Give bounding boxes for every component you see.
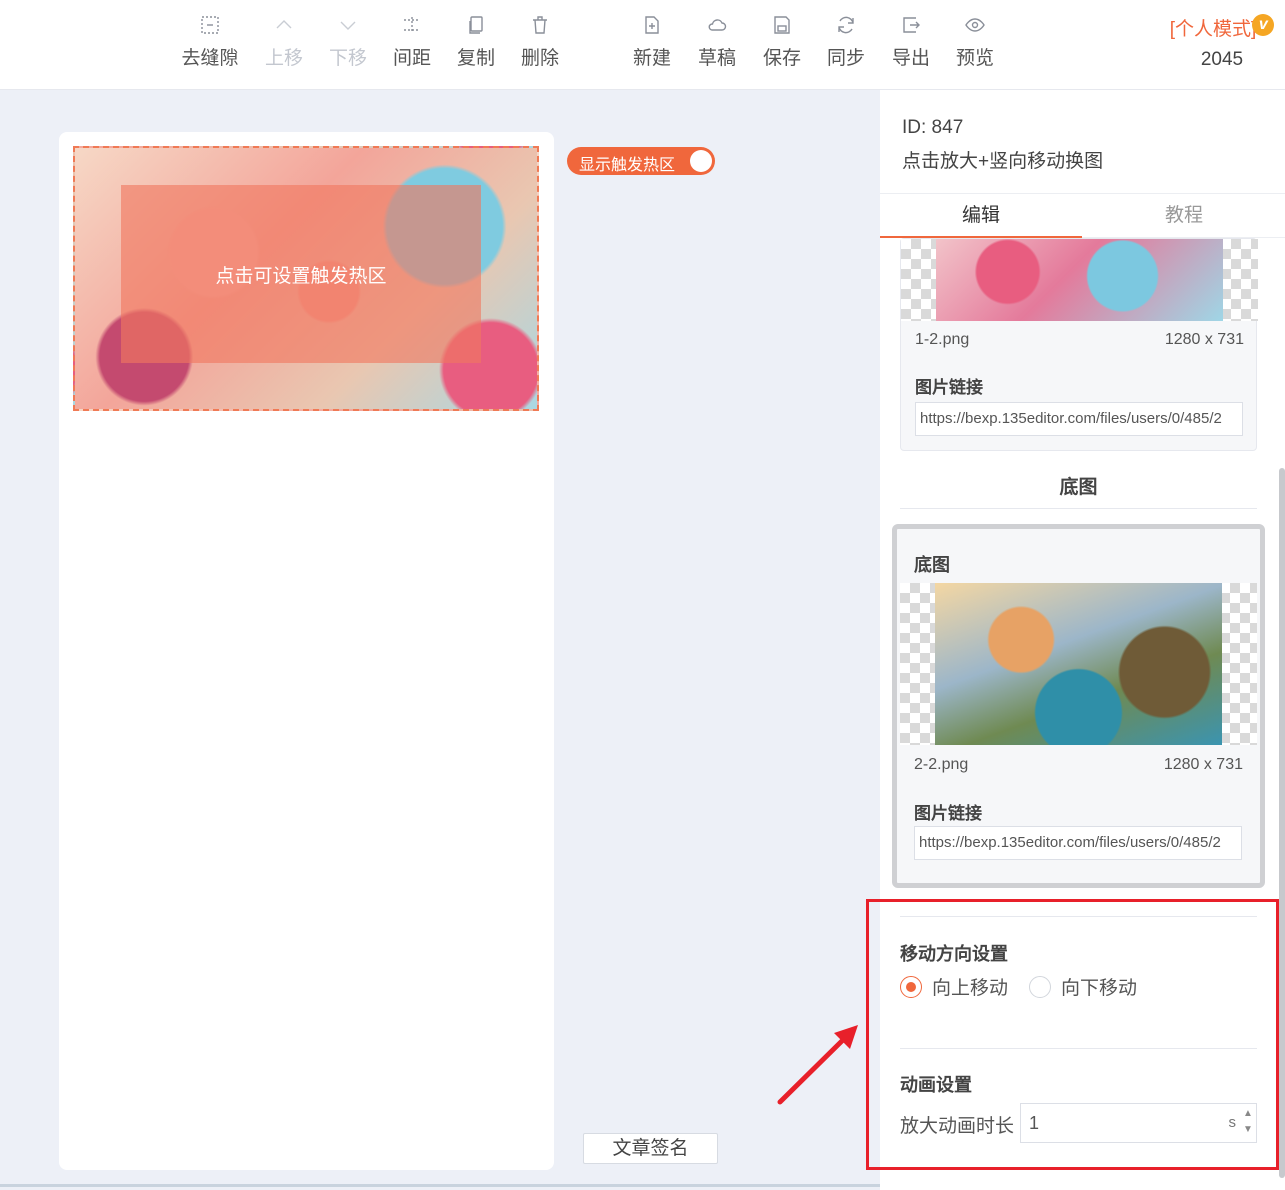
user-count: 2045 (1200, 49, 1244, 70)
export-label: 导出 (891, 48, 930, 69)
animation-title: 动画设置 (900, 1075, 972, 1095)
spacing-label: 间距 (392, 48, 431, 69)
duration-unit: s (1228, 1114, 1237, 1131)
chevron-down-icon (340, 21, 356, 30)
template-title: 点击放大+竖向移动换图 (902, 151, 1104, 172)
top-image-url-input[interactable]: https://bexp.135editor.com/files/users/0… (915, 402, 1243, 436)
radio-unchecked-icon (1029, 975, 1051, 998)
trash-icon (533, 16, 547, 34)
top-image-card: 1-2.png 1280 x 731 图片链接 https://bexp.135… (900, 238, 1258, 451)
radio-checked-icon (900, 975, 922, 998)
move-down-button[interactable]: 下移 (316, 14, 380, 70)
base-image-size: 1280 x 731 (1163, 756, 1243, 773)
sync-label: 同步 (826, 48, 865, 69)
blossom-thumbnail (936, 239, 1223, 321)
panel-header: ID: 847 点击放大+竖向移动换图 (880, 90, 1285, 194)
gap-icon (201, 16, 219, 34)
trigger-hotzone[interactable]: 点击可设置触发热区 (121, 185, 481, 363)
base-image-link-label: 图片链接 (914, 804, 982, 823)
chevron-up-icon (276, 20, 292, 29)
sync-icon (838, 16, 854, 34)
tab-tutorial[interactable]: 教程 (1083, 194, 1285, 238)
preview-label: 预览 (955, 48, 994, 69)
toggle-knob (690, 150, 712, 172)
remove-gap-button[interactable]: 去缝隙 (178, 14, 242, 70)
duration-label: 放大动画时长 (900, 1116, 1015, 1137)
top-image-link-label: 图片链接 (915, 378, 983, 397)
move-up-label: 上移 (264, 48, 303, 69)
template-id: ID: 847 (902, 117, 964, 138)
export-icon (903, 17, 920, 33)
new-button[interactable]: 新建 (620, 14, 684, 70)
spacing-icon (404, 17, 420, 33)
duration-value: 1 (1029, 1113, 1040, 1133)
copy-label: 复制 (456, 48, 495, 69)
radio-move-up-label: 向上移动 (932, 978, 1009, 999)
save-icon (774, 16, 790, 34)
base-image-filename: 2-2.png (914, 756, 969, 773)
tab-edit[interactable]: 编辑 (880, 194, 1082, 238)
top-toolbar: 去缝隙 上移 下移 间距 复制 删除 新建 草稿 保存 同步 导出 预览 [个人… (0, 0, 1285, 90)
move-down-label: 下移 (328, 48, 367, 69)
draft-button[interactable]: 草稿 (685, 14, 749, 70)
duration-input[interactable]: 1 s ▲ ▼ (1020, 1103, 1257, 1143)
eye-icon (965, 18, 985, 32)
article-signature-button[interactable]: 文章签名 (583, 1133, 718, 1164)
village-thumbnail (935, 583, 1222, 745)
top-image-thumbnail[interactable] (901, 239, 1258, 321)
duration-stepper[interactable]: ▲ ▼ (1242, 1106, 1254, 1140)
base-image-title: 底图 (914, 555, 950, 575)
delete-label: 删除 (520, 48, 559, 69)
blossom-image[interactable]: 点击可设置触发热区 (73, 146, 539, 411)
article-canvas: 点击可设置触发热区 (59, 132, 554, 1170)
move-up-button[interactable]: 上移 (252, 14, 316, 70)
copy-icon (469, 16, 483, 34)
sync-button[interactable]: 同步 (814, 14, 878, 70)
base-image-url-input[interactable]: https://bexp.135editor.com/files/users/0… (914, 826, 1242, 860)
panel-tabs: 编辑 教程 (880, 194, 1285, 238)
export-button[interactable]: 导出 (879, 14, 943, 70)
radio-move-down-label: 向下移动 (1061, 978, 1138, 999)
preview-button[interactable]: 预览 (943, 14, 1007, 70)
animation-divider (900, 1048, 1257, 1049)
radio-move-down[interactable]: 向下移动 (1029, 973, 1137, 1000)
copy-button[interactable]: 复制 (444, 14, 508, 70)
remove-gap-label: 去缝隙 (181, 48, 239, 69)
spacing-button[interactable]: 间距 (380, 14, 444, 70)
toggle-label: 显示触发热区 (579, 157, 676, 174)
hotzone-text: 点击可设置触发热区 (215, 265, 387, 287)
show-hotzone-toggle[interactable]: 显示触发热区 (567, 147, 715, 175)
base-image-card: 底图 2-2.png 1280 x 731 图片链接 https://bexp.… (892, 524, 1265, 888)
direction-divider (900, 916, 1257, 917)
panel-scrollbar[interactable] (1279, 468, 1285, 1178)
base-image-thumbnail[interactable] (900, 583, 1257, 745)
save-button[interactable]: 保存 (750, 14, 814, 70)
mode-label: [个人模式] (1169, 19, 1257, 40)
new-file-icon (645, 16, 659, 34)
top-image-size: 1280 x 731 (1164, 331, 1244, 348)
draft-label: 草稿 (697, 48, 736, 69)
top-image-filename: 1-2.png (915, 331, 970, 348)
new-label: 新建 (632, 48, 671, 69)
radio-move-up[interactable]: 向上移动 (900, 973, 1008, 1000)
save-label: 保存 (762, 48, 801, 69)
base-section-title: 底图 (900, 472, 1257, 509)
vip-badge-icon: v (1252, 14, 1275, 36)
annotation-arrow-icon (777, 1025, 858, 1105)
delete-button[interactable]: 删除 (508, 14, 572, 70)
personal-mode[interactable]: [个人模式] v 2045 (1167, 14, 1277, 71)
direction-title: 移动方向设置 (900, 944, 1008, 964)
properties-panel: ID: 847 点击放大+竖向移动换图 编辑 教程 1-2.png 1280 x… (880, 90, 1285, 1190)
cloud-icon (708, 19, 727, 31)
